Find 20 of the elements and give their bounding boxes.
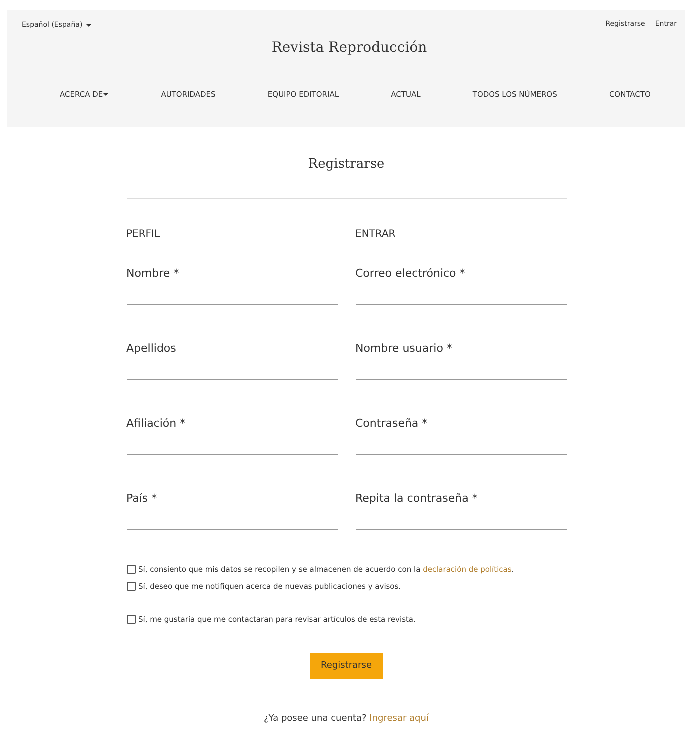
field-label: Correo electrónico * [356,267,466,281]
login-prompt: ¿Ya posee una cuenta? Ingresar aquí [263,714,430,724]
field-label: Repita la contraseña * [356,492,479,506]
page-title: Registrarse [307,157,386,172]
field-label: Nombre usuario * [356,342,454,356]
site-title: Revista Reproducción [270,40,428,56]
checkbox[interactable] [126,582,136,591]
checkbox[interactable] [126,565,136,574]
field-label: Nombre * [126,267,180,281]
login-link[interactable]: Ingresar aquí [370,714,429,724]
checkbox[interactable] [126,615,136,624]
section-heading: PERFIL [126,229,162,242]
field-label: Contraseña * [356,417,429,431]
caret-icon [86,24,92,26]
section-heading: ENTRAR [356,229,397,242]
caret-icon [103,93,110,96]
field-label: Apellidos [126,342,178,356]
field-label: Afiliación * [126,417,187,431]
field-label: País * [126,492,158,506]
register-button[interactable]: Registrarse [310,653,383,679]
